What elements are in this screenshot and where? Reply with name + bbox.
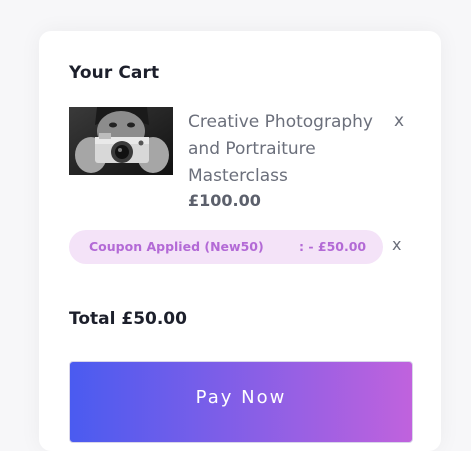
cart-total: Total £50.00 (69, 309, 187, 329)
cart-card: Your Cart Creative Photography and Portr… (39, 31, 441, 451)
remove-coupon-button[interactable]: x (392, 235, 401, 254)
camera-photographer-image (69, 107, 173, 175)
coupon-badge: Coupon Applied (New50) : - £50.00 (69, 230, 383, 264)
coupon-label: Coupon Applied (New50) (89, 239, 264, 254)
pay-now-button[interactable]: Pay Now (69, 361, 413, 443)
coupon-discount-amount: : - £50.00 (299, 239, 367, 254)
product-price: £100.00 (188, 191, 261, 210)
remove-item-button[interactable]: x (394, 111, 404, 131)
product-thumbnail (69, 107, 173, 175)
product-name: Creative Photography and Portraiture Mas… (188, 112, 373, 186)
cart-title: Your Cart (69, 63, 160, 83)
